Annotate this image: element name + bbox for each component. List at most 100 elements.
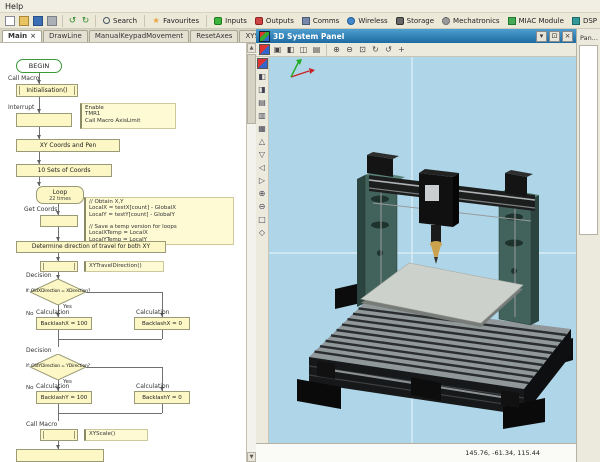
zoom-in-icon[interactable]: ⊕ (256, 187, 268, 200)
view-tool-icon[interactable]: ▦ (256, 122, 268, 135)
tab-drawline[interactable]: DrawLine (42, 30, 88, 42)
toolbar-button-favourites[interactable]: Favourites (148, 16, 203, 26)
flowchart-canvas[interactable]: BEGIN Call Macro Initialisation() Interr… (0, 43, 246, 462)
flow-calc-backlashx-100[interactable]: BacklashX = 100 (36, 317, 92, 330)
flow-call-macro-initialisation[interactable]: Initialisation() (16, 84, 78, 97)
shape-label: Get Coords (24, 206, 58, 213)
flow-comment-sets[interactable]: 10 Sets of Coords (16, 164, 112, 177)
toolbar-button-storage[interactable]: Storage (392, 16, 438, 26)
view-tool-icon[interactable]: △ (256, 135, 268, 148)
shape-label: Interrupt (8, 104, 35, 111)
tab-main[interactable]: Main × (2, 30, 42, 42)
view-tool-icon[interactable]: ▽ (256, 148, 268, 161)
toolbar-button-mechatronics[interactable]: Mechatronics (438, 16, 504, 26)
outputs-icon (254, 16, 263, 25)
toolbar-separator (326, 43, 327, 56)
view-tool-icon[interactable]: ◇ (256, 226, 268, 239)
flow-call-macro-xyscale[interactable] (40, 429, 78, 441)
scroll-up-icon[interactable]: ▲ (247, 43, 256, 53)
flow-interrupt[interactable] (16, 113, 72, 127)
color-mode-icon[interactable] (258, 44, 271, 56)
flow-connector (58, 339, 162, 340)
toolbar-button-outputs[interactable]: Outputs (251, 16, 298, 26)
rotate-cw-icon[interactable]: ↻ (369, 44, 382, 56)
rotate-ccw-icon[interactable]: ↺ (382, 44, 395, 56)
3d-panel-titlebar[interactable]: 3D System Panel ▾ ⊡ × (256, 29, 576, 43)
toolbar-button-inputs[interactable]: Inputs (210, 16, 251, 26)
flow-begin[interactable]: BEGIN (16, 59, 62, 73)
macro-name-bracket: XYScale() (84, 429, 148, 441)
calculation-code: // Obtain X,Y LocalX = testX[count] - Gl… (84, 197, 234, 245)
color-mode-icon[interactable] (256, 57, 268, 70)
undo-icon[interactable] (67, 15, 78, 26)
3d-panel-side-toolbar: ◧ ◨ ▤ ▥ ▦ △ ▽ ◁ ▷ ⊕ ⊖ □ ◇ (256, 57, 269, 443)
view-shaded-icon[interactable]: ◧ (284, 44, 297, 56)
save-icon[interactable] (33, 15, 43, 26)
tab-resetaxes[interactable]: ResetAxes (190, 30, 239, 42)
toolbar-button-comms[interactable]: Comms (298, 16, 343, 26)
no-label: No (26, 311, 34, 317)
view-tool-icon[interactable]: ▷ (256, 174, 268, 187)
gear-icon (442, 16, 451, 25)
panel-close-icon[interactable]: × (562, 30, 573, 42)
toolbar-separator (95, 14, 96, 27)
flowchart-vertical-scrollbar[interactable]: ▲ ▼ (246, 43, 256, 462)
flow-calculation-get-coords[interactable] (40, 215, 78, 227)
toolbar-button-search[interactable]: Search (99, 16, 141, 26)
flow-connector (162, 404, 163, 413)
macro-tab-bar: Main × DrawLine ManualKeypadMovement Res… (0, 29, 339, 43)
toolbar-button-wireless[interactable]: Wireless (343, 16, 391, 26)
view-tool-icon[interactable]: □ (256, 213, 268, 226)
view-tool-icon[interactable]: ▤ (256, 96, 268, 109)
storage-icon (395, 16, 404, 25)
toolbar-button-miac-module[interactable]: MIAC Module (504, 16, 568, 26)
dsp-icon (571, 16, 580, 25)
view-grid-icon[interactable]: ▤ (310, 44, 323, 56)
zoom-out-icon[interactable]: ⊖ (343, 44, 356, 56)
shape-label: Calculation (136, 383, 170, 390)
toolbar-button-dsp[interactable]: DSP (568, 16, 600, 26)
open-file-icon[interactable] (19, 15, 29, 26)
tab-manualkeypadmovement[interactable]: ManualKeypadMovement (88, 30, 190, 42)
3d-status-bar: 145.76, -61.34, 115.44 (256, 443, 576, 462)
scroll-down-icon[interactable]: ▼ (247, 452, 256, 462)
zoom-fit-icon[interactable]: ⊡ (356, 44, 369, 56)
view-wireframe-icon[interactable]: ◫ (297, 44, 310, 56)
redo-icon[interactable] (80, 15, 91, 26)
new-file-icon[interactable] (5, 15, 15, 26)
flow-comment-direction[interactable]: Determine direction of travel for both X… (16, 241, 166, 253)
toolbar-separator (206, 14, 208, 27)
menu-help[interactable]: Help (5, 2, 23, 11)
flow-loop[interactable]: Loop 22 times (36, 186, 84, 204)
shape-label: Calculation (36, 309, 70, 316)
print-icon[interactable] (47, 15, 57, 26)
collapsed-panel-title[interactable]: Pan... (580, 34, 600, 42)
shape-label: Decision (26, 272, 52, 279)
view-tool-icon[interactable]: ◨ (256, 83, 268, 96)
main-toolbar: Search Favourites Inputs Outputs Comms W… (0, 13, 600, 29)
collapsed-panel-strip[interactable]: Pan... (576, 29, 600, 462)
zoom-in-icon[interactable]: ⊕ (330, 44, 343, 56)
3d-viewport[interactable] (269, 57, 576, 443)
flow-calc-backlashy-100[interactable]: BacklashY = 100 (36, 391, 92, 404)
tab-close-icon[interactable]: × (30, 32, 36, 40)
pan-icon[interactable]: + (395, 44, 408, 56)
view-solid-icon[interactable]: ▣ (271, 44, 284, 56)
scrollbar-thumb[interactable] (247, 54, 256, 124)
view-tool-icon[interactable]: ◧ (256, 70, 268, 83)
flow-call-macro-travel[interactable] (40, 261, 78, 272)
axis-triad-icon (290, 59, 315, 78)
zoom-out-icon[interactable]: ⊖ (256, 200, 268, 213)
shape-label: Calculation (36, 383, 70, 390)
module-icon (507, 16, 516, 25)
panel-maximize-icon[interactable]: ⊡ (549, 30, 560, 42)
panel-menu-icon[interactable]: ▾ (536, 30, 547, 42)
flow-comment-partial[interactable] (16, 449, 104, 462)
flow-calc-backlashy-0[interactable]: BacklashY = 0 (134, 391, 190, 404)
flow-calc-backlashx-0[interactable]: BacklashX = 0 (134, 317, 190, 330)
view-tool-icon[interactable]: ▥ (256, 109, 268, 122)
3d-machine-model[interactable] (269, 57, 576, 443)
cursor-coordinates: 145.76, -61.34, 115.44 (465, 449, 540, 457)
view-tool-icon[interactable]: ◁ (256, 161, 268, 174)
flow-comment-xy-coords[interactable]: XY Coords and Pen (16, 139, 120, 152)
